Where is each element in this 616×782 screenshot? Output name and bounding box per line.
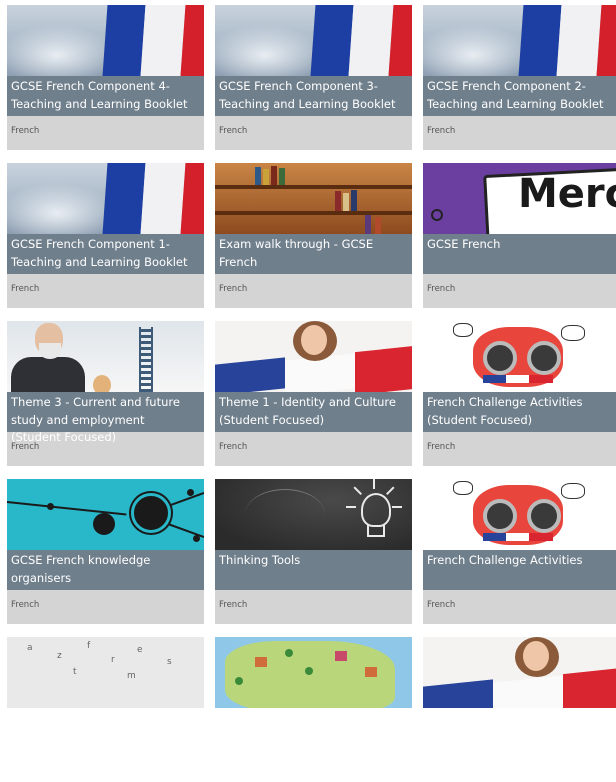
card-title[interactable]: GCSE French Component 4- Teaching and Le… [11, 78, 197, 113]
thumbnail-chalkboard-lightbulb [215, 479, 412, 550]
card-meta-bar: French [7, 116, 204, 150]
card-meta-bar: French [215, 274, 412, 308]
thumbnail-robot-illustration [423, 479, 616, 550]
thumbnail-bookshelf [215, 163, 412, 234]
resource-card[interactable] [423, 637, 616, 782]
card-title[interactable]: GCSE French knowledge organisers [11, 552, 197, 587]
thumbnail-robot-illustration [423, 321, 616, 392]
thumbnail-french-flag [7, 163, 204, 234]
subject-tag: French [11, 284, 40, 294]
resource-card[interactable]: Theme 1 - Identity and Culture (Student … [215, 321, 412, 466]
card-meta-bar: French [7, 590, 204, 624]
resource-card[interactable]: GCSE French Component 4- Teaching and Le… [7, 5, 204, 150]
card-title[interactable]: Theme 1 - Identity and Culture (Student … [219, 394, 405, 429]
card-title[interactable]: Thinking Tools [219, 552, 405, 570]
resource-card[interactable]: Thinking Tools French [215, 479, 412, 624]
card-title[interactable]: GCSE French Component 1- Teaching and Le… [11, 236, 197, 271]
card-meta-bar: French [7, 274, 204, 308]
subject-tag: French [219, 600, 248, 610]
card-meta-bar: French [215, 116, 412, 150]
lightbulb-icon [361, 493, 391, 527]
merci-sign-text: Merc [518, 171, 616, 217]
card-meta-bar: French [215, 590, 412, 624]
resource-card[interactable]: French Challenge Activities (Student Foc… [423, 321, 616, 466]
thumbnail-french-flag [215, 5, 412, 76]
resource-card[interactable]: GCSE French Component 2- Teaching and Le… [423, 5, 616, 150]
card-title[interactable]: GCSE French Component 3- Teaching and Le… [219, 78, 405, 113]
card-title[interactable]: Exam walk through - GCSE French [219, 236, 405, 271]
card-meta-bar: French [423, 274, 616, 308]
subject-tag: French [11, 600, 40, 610]
resource-card[interactable]: GCSE French Component 1- Teaching and Le… [7, 163, 204, 308]
subject-tag: French [427, 442, 456, 452]
resource-card[interactable]: Theme 3 - Current and future study and e… [7, 321, 204, 466]
card-title[interactable]: GCSE French [427, 236, 613, 254]
card-meta-bar: French [215, 432, 412, 466]
card-meta-bar: French [423, 590, 616, 624]
thumbnail-french-flag [423, 5, 616, 76]
subject-tag: French [219, 284, 248, 294]
thumbnail-merci-sign: Merc [423, 163, 616, 234]
thumbnail-girl-with-flag [215, 321, 412, 392]
card-title[interactable]: French Challenge Activities (Student Foc… [427, 394, 613, 429]
thumbnail-falling-letters: a z f r e s t m [7, 637, 204, 708]
card-title[interactable]: Theme 3 - Current and future study and e… [11, 394, 197, 447]
card-title[interactable]: French Challenge Activities [427, 552, 613, 570]
resource-card[interactable]: a z f r e s t m [7, 637, 204, 782]
card-meta-bar: French [423, 116, 616, 150]
thumbnail-teal-infographic [7, 479, 204, 550]
resource-card[interactable]: Exam walk through - GCSE French French [215, 163, 412, 308]
subject-tag: French [427, 284, 456, 294]
card-meta-bar: French [423, 432, 616, 466]
subject-tag: French [11, 126, 40, 136]
subject-tag: French [427, 600, 456, 610]
card-title[interactable]: GCSE French Component 2- Teaching and Le… [427, 78, 613, 113]
thumbnail-french-flag [7, 5, 204, 76]
resource-card[interactable] [215, 637, 412, 782]
resource-grid: GCSE French Component 4- Teaching and Le… [7, 5, 616, 782]
resource-card[interactable]: Merc GCSE French French [423, 163, 616, 308]
thumbnail-girl-with-flag [423, 637, 616, 708]
subject-tag: French [427, 126, 456, 136]
subject-tag: French [219, 442, 248, 452]
resource-card[interactable]: GCSE French Component 3- Teaching and Le… [215, 5, 412, 150]
resource-card[interactable]: GCSE French knowledge organisers French [7, 479, 204, 624]
subject-tag: French [11, 442, 40, 452]
resource-card[interactable]: French Challenge Activities French [423, 479, 616, 624]
subject-tag: French [219, 126, 248, 136]
thumbnail-illustrated-map [215, 637, 412, 708]
thumbnail-business-people [7, 321, 204, 392]
